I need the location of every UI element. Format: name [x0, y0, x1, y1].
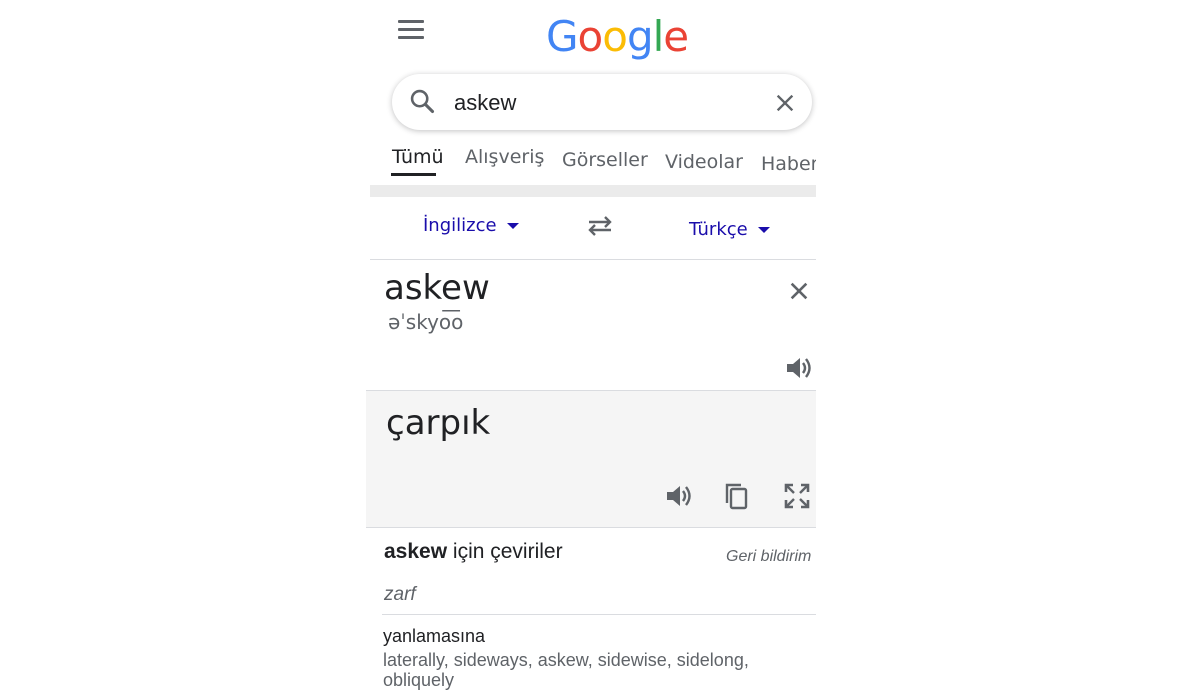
close-icon[interactable] [774, 92, 796, 114]
translation-panel: çarpık [366, 390, 816, 528]
copy-icon[interactable] [722, 481, 752, 511]
translated-text: çarpık [386, 403, 491, 443]
chevron-down-icon [506, 223, 519, 229]
source-language-label: İngilizce [423, 215, 497, 236]
active-tab-indicator [391, 173, 436, 176]
hamburger-menu-icon[interactable] [398, 20, 424, 42]
tab-shopping[interactable]: Alışveriş [465, 146, 544, 168]
source-language-select[interactable]: İngilizce [423, 215, 519, 236]
translations-heading-word: askew [384, 540, 448, 563]
phonetic-transcription: əˈskyo͞o [388, 310, 464, 334]
tab-news[interactable]: Haberler [761, 153, 816, 175]
speaker-icon[interactable] [664, 481, 694, 511]
logo-letter: e [663, 12, 689, 61]
logo-letter: G [546, 12, 579, 61]
part-of-speech: zarf [384, 584, 416, 605]
translations-heading: askew için çeviriler [384, 540, 563, 564]
tab-images[interactable]: Görseller [562, 149, 648, 171]
swap-languages-icon[interactable] [586, 215, 614, 237]
logo-letter: g [626, 12, 654, 61]
search-input[interactable] [452, 84, 756, 122]
translation-word: yanlamasına [383, 626, 486, 646]
speaker-icon[interactable] [784, 354, 814, 382]
search-box[interactable] [392, 74, 812, 130]
target-language-label: Türkçe [689, 219, 748, 240]
synonyms-list-continued: obliquely [383, 670, 455, 690]
search-icon[interactable] [408, 87, 436, 115]
language-selector-row: İngilizce Türkçe [370, 197, 816, 260]
synonyms-list: laterally, sideways, askew, sidewise, si… [383, 650, 749, 670]
logo-letter: o [577, 12, 604, 61]
target-language-select[interactable]: Türkçe [689, 219, 770, 240]
tab-videos[interactable]: Videolar [665, 151, 743, 173]
feedback-link[interactable]: Geri bildirim [726, 548, 811, 566]
section-divider [370, 185, 816, 197]
source-text[interactable]: askew [384, 268, 490, 308]
divider [382, 614, 816, 615]
chevron-down-icon [757, 227, 770, 233]
google-logo[interactable]: Google [546, 12, 689, 61]
translations-heading-rest: için çeviriler [452, 540, 563, 563]
clear-source-icon[interactable] [788, 280, 810, 302]
logo-letter: l [652, 12, 665, 61]
search-tabs: Tümü Alışveriş Görseller Videolar Haberl… [372, 140, 816, 186]
source-text-panel[interactable]: askew əˈskyo͞o [370, 260, 816, 390]
tab-all[interactable]: Tümü [392, 146, 444, 168]
fullscreen-icon[interactable] [782, 481, 812, 511]
logo-letter: o [602, 12, 628, 61]
